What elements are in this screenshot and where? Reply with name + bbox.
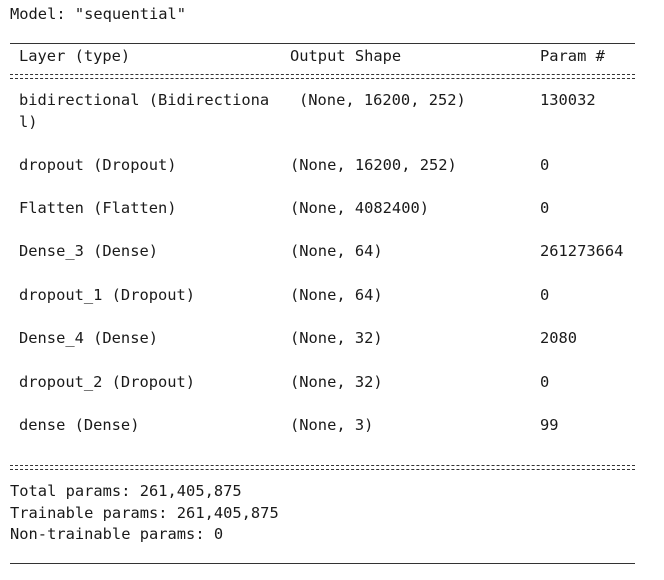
table-row-layer: dense (Dense) bbox=[19, 416, 140, 434]
model-title: Model: "sequential" bbox=[10, 5, 187, 23]
table-row-shape: (None, 4082400) bbox=[290, 199, 429, 217]
header-layer-type: Layer (type) bbox=[19, 47, 131, 65]
table-row-params: 0 bbox=[540, 373, 550, 391]
footer-double-rule bbox=[10, 465, 635, 470]
header-param-count: Param # bbox=[540, 47, 605, 65]
table-row-params: 0 bbox=[540, 286, 550, 304]
table-row-shape: (None, 3) bbox=[290, 416, 374, 434]
table-row-params: 2080 bbox=[540, 329, 578, 347]
table-row-params: 99 bbox=[540, 416, 559, 434]
header-double-rule bbox=[10, 74, 635, 79]
bottom-rule bbox=[10, 563, 635, 564]
table-row-layer: bidirectional (Bidirectiona l) bbox=[19, 91, 270, 131]
table-row-shape: (None, 64) bbox=[290, 242, 383, 260]
table-row-layer: Dense_3 (Dense) bbox=[19, 242, 158, 260]
header-output-shape: Output Shape bbox=[290, 47, 402, 65]
table-row-layer: dropout (Dropout) bbox=[19, 156, 177, 174]
table-row-shape: (None, 32) bbox=[290, 373, 383, 391]
non-trainable-params: Non-trainable params: 0 bbox=[10, 525, 224, 543]
table-row-layer: dropout_1 (Dropout) bbox=[19, 286, 196, 304]
table-row-shape: (None, 64) bbox=[290, 286, 383, 304]
table-row-layer: dropout_2 (Dropout) bbox=[19, 373, 196, 391]
table-row-shape: (None, 16200, 252) bbox=[290, 156, 457, 174]
table-row-params: 0 bbox=[540, 156, 550, 174]
table-row-shape: (None, 16200, 252) bbox=[299, 91, 466, 109]
top-rule bbox=[10, 43, 635, 44]
table-row-params: 261273664 bbox=[540, 242, 624, 260]
trainable-params: Trainable params: 261,405,875 bbox=[10, 504, 279, 522]
table-row-params: 0 bbox=[540, 199, 550, 217]
total-params: Total params: 261,405,875 bbox=[10, 482, 242, 500]
table-row-layer: Dense_4 (Dense) bbox=[19, 329, 158, 347]
table-row-params: 130032 bbox=[540, 91, 596, 109]
table-row-layer: Flatten (Flatten) bbox=[19, 199, 177, 217]
table-row-shape: (None, 32) bbox=[290, 329, 383, 347]
